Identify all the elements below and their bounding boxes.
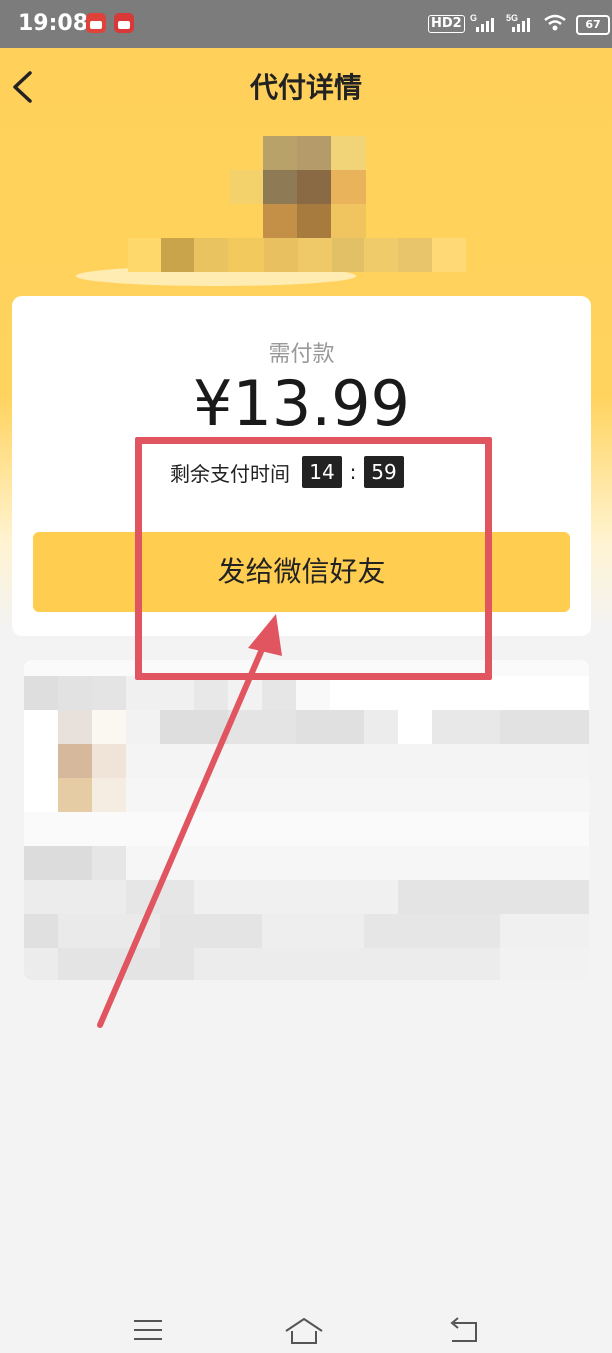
svg-text:G: G — [470, 13, 477, 23]
game-app-icon — [114, 13, 134, 33]
amount-label: 需付款 — [268, 342, 335, 367]
back-icon[interactable] — [446, 1315, 482, 1345]
amount-value: ¥13.99 — [193, 367, 410, 440]
home-icon[interactable] — [284, 1315, 324, 1345]
battery-icon: 67 — [576, 15, 610, 35]
annotation-highlight-box — [135, 437, 492, 680]
signal-5g-icon: 5G — [506, 13, 530, 32]
avatar — [230, 136, 366, 238]
navigation-bar — [0, 1303, 612, 1353]
payer-name-blurred — [128, 238, 466, 272]
menu-icon[interactable] — [130, 1315, 166, 1345]
wifi-icon — [544, 14, 566, 31]
signal-icon: G — [470, 13, 494, 32]
order-details-blurred — [24, 660, 589, 980]
status-bar: 19:08 HD2 G 5G 67 — [0, 0, 612, 48]
status-time: 19:08 — [18, 11, 89, 36]
svg-text:5G: 5G — [506, 13, 518, 23]
calendar-app-icon — [86, 13, 106, 33]
hd-indicator: HD2 — [428, 15, 465, 33]
page-title: 代付详情 — [249, 71, 362, 104]
